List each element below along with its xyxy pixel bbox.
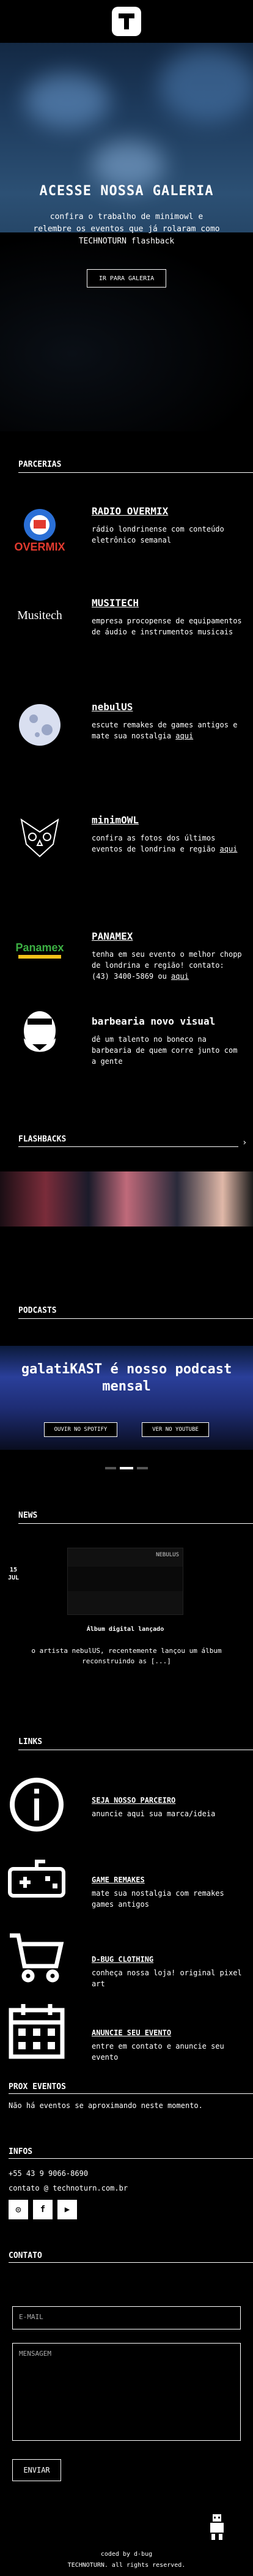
partner-text-nebulus: escute remakes de games antigos e mate s…: [92, 721, 238, 740]
partner-text-minimowl: confira as fotos dos últimos eventos de …: [92, 834, 238, 853]
youtube-icon[interactable]: ▶: [57, 2200, 77, 2219]
carousel-dot[interactable]: [105, 1467, 116, 1469]
phone-text: +55 43 9 9066-8690: [9, 2169, 89, 2178]
partner-title-nebulus[interactable]: nebulUS: [92, 701, 133, 713]
podcast-carousel-dots[interactable]: [0, 1467, 253, 1469]
partner-link-minimowl[interactable]: aqui: [220, 845, 238, 853]
contact-heading: CONTATO: [9, 2251, 42, 2260]
events-empty-text: Não há eventos se aproximando neste mome…: [9, 2101, 203, 2110]
partner-title-overmix[interactable]: RADIO OVERMIX: [92, 505, 168, 517]
message-field[interactable]: MENSAGEM: [12, 2343, 241, 2441]
site-header: [0, 0, 253, 43]
partner-link-nebulus[interactable]: aqui: [175, 732, 193, 740]
pixel-mascot-icon: [208, 2514, 226, 2541]
facebook-icon[interactable]: f: [33, 2200, 53, 2219]
partner-text-panamex: tenha em seu evento o melhor chopp de lo…: [92, 950, 242, 981]
footer-rights: TECHNOTURN. all rights reserved.: [67, 2562, 186, 2569]
chevron-right-icon[interactable]: ›: [242, 1138, 247, 1148]
panamex-logo-icon[interactable]: Panamex: [12, 921, 67, 976]
link-title-clothing[interactable]: D-BUG CLOTHING: [92, 1955, 153, 1964]
overmix-logo-icon[interactable]: OVERMIX: [12, 502, 67, 557]
social-links: ◎ f ▶: [9, 2200, 77, 2219]
partners-heading: PARCERIAS: [18, 460, 62, 469]
calendar-icon[interactable]: [6, 2000, 67, 2062]
musitech-logo-icon[interactable]: Musitech: [12, 587, 67, 642]
news-image[interactable]: NEBULUS: [67, 1548, 183, 1615]
divider: [18, 1523, 253, 1524]
news-title[interactable]: Álbum digital lançado: [67, 1626, 183, 1633]
cart-icon[interactable]: [6, 1927, 67, 1988]
flashbacks-heading: FLASHBACKS: [18, 1135, 67, 1144]
svg-text:Musitech: Musitech: [17, 609, 62, 622]
carousel-dot-active[interactable]: [120, 1467, 133, 1469]
barber-logo-icon[interactable]: [12, 1009, 67, 1064]
partner-title-barbearia[interactable]: barbearia novo visual: [92, 1015, 215, 1027]
link-text-partner: anuncie aqui sua marca/ideia: [92, 1810, 216, 1818]
email-field[interactable]: E-MAIL: [12, 2306, 241, 2329]
svg-text:Panamex: Panamex: [15, 941, 64, 954]
svg-text:OVERMIX: OVERMIX: [14, 541, 65, 553]
email-text[interactable]: contato @ technoturn.com.br: [9, 2184, 128, 2192]
links-heading: LINKS: [18, 1737, 43, 1746]
divider: [18, 1146, 238, 1147]
podcast-title: galatiKAST é nosso podcast mensal: [21, 1362, 232, 1394]
link-title-partner[interactable]: SEJA NOSSO PARCEIRO: [92, 1796, 175, 1805]
link-title-games[interactable]: GAME REMAKES: [92, 1876, 145, 1884]
technoturn-logo-icon[interactable]: [112, 7, 141, 36]
youtube-button[interactable]: VER NO YOUTUBE: [142, 1422, 209, 1437]
gallery-button[interactable]: IR PARA GALERIA: [87, 269, 166, 288]
spotify-button[interactable]: OUVIR NO SPOTIFY: [44, 1422, 117, 1437]
gamepad-icon[interactable]: [6, 1850, 67, 1912]
divider: [9, 2158, 253, 2159]
partner-text-overmix: rádio londrinense com conteúdo eletrônic…: [92, 525, 224, 544]
news-date: 15 JUL: [7, 1567, 20, 1581]
infos-heading: INFOS: [9, 2147, 33, 2156]
link-title-event[interactable]: ANUNCIE SEU EVENTO: [92, 2029, 171, 2037]
link-text-games: mate sua nostalgia com remakes games ant…: [92, 1889, 224, 1909]
divider: [18, 472, 253, 473]
send-button[interactable]: ENVIAR: [12, 2459, 61, 2481]
flashbacks-gallery-strip[interactable]: [0, 1171, 253, 1227]
partner-text-musitech: empresa procopense de equipamentos de áu…: [92, 617, 242, 636]
hero-text: confira o trabalho de minimowl e relembr…: [33, 212, 220, 246]
link-text-clothing: conheça nossa loja! original pixel art: [92, 1969, 242, 1988]
partner-link-panamex[interactable]: aqui: [171, 972, 189, 981]
divider: [9, 2093, 253, 2094]
partner-title-musitech[interactable]: MUSITECH: [92, 597, 139, 609]
carousel-dot[interactable]: [137, 1467, 148, 1469]
nebulus-logo-icon[interactable]: [12, 697, 67, 752]
instagram-icon[interactable]: ◎: [9, 2200, 28, 2219]
partner-text-barbearia: dê um talento no boneco na barbearia de …: [92, 1035, 238, 1066]
footer-coded[interactable]: coded by d-bug: [0, 2551, 253, 2558]
partner-title-panamex[interactable]: PANAMEX: [92, 930, 133, 942]
partner-title-minimowl[interactable]: minimOWL: [92, 814, 139, 826]
owl-logo-icon[interactable]: [12, 811, 67, 866]
news-text: o artista nebulUS, recentemente lançou u…: [31, 1647, 222, 1665]
news-heading: NEWS: [18, 1511, 38, 1520]
link-text-event: entre em contato e anuncie seu evento: [92, 2042, 224, 2062]
hero-title: ACESSE NOSSA GALERIA: [39, 184, 214, 199]
podcasts-heading: PODCASTS: [18, 1306, 57, 1315]
divider: [18, 1318, 253, 1319]
info-icon[interactable]: [6, 1774, 67, 1835]
events-heading: PROX EVENTOS: [9, 2082, 66, 2092]
divider: [9, 2262, 253, 2263]
